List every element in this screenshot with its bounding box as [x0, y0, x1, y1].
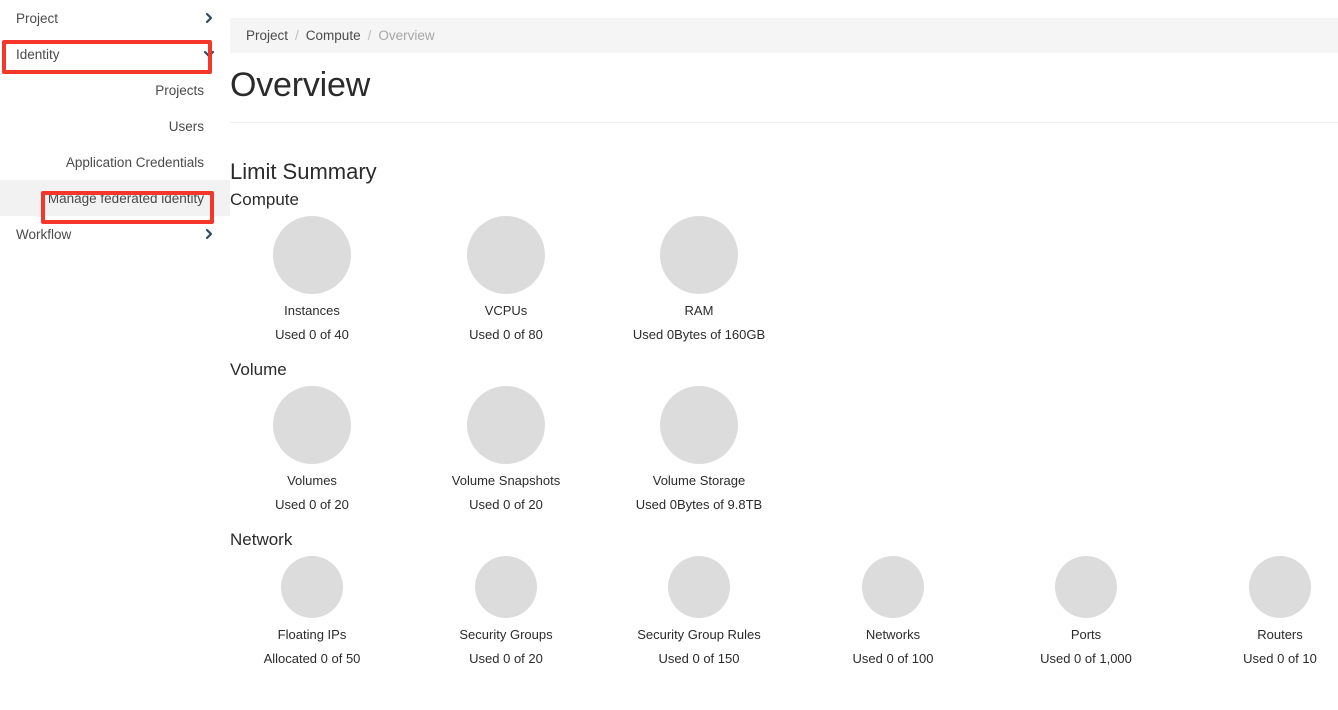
quota-item: Networks Used 0 of 100: [803, 556, 983, 666]
quota-item-label: Networks: [803, 627, 983, 642]
title-divider: [230, 122, 1338, 123]
sidebar-item-label: Workflow: [16, 227, 202, 242]
quota-item-label: Security Group Rules: [609, 627, 789, 642]
quota-item-usage: Used 0 of 20: [416, 651, 596, 666]
sidebar-item-application-credentials[interactable]: Application Credentials: [0, 144, 230, 180]
chevron-right-icon: [202, 11, 216, 25]
quota-donut-chart: [467, 386, 545, 464]
breadcrumb-separator: /: [295, 28, 299, 43]
quota-item: Security Group Rules Used 0 of 150: [609, 556, 789, 666]
quota-item-label: Volumes: [230, 473, 402, 488]
quota-item: Routers Used 0 of 10: [1190, 556, 1338, 666]
sidebar-item-label: Application Credentials: [66, 155, 204, 170]
quota-item-usage: Used 0 of 80: [416, 327, 596, 342]
quota-row: Floating IPs Allocated 0 of 50 Security Gr…: [230, 556, 1338, 676]
quota-item: Instances Used 0 of 40: [230, 216, 402, 342]
breadcrumb-item-compute[interactable]: Compute: [306, 28, 361, 43]
sidebar-item-identity[interactable]: Identity: [0, 36, 230, 72]
sidebar-item-workflow[interactable]: Workflow: [0, 216, 230, 252]
quota-donut-chart: [1249, 556, 1311, 618]
quota-item-label: RAM: [609, 303, 789, 318]
sidebar-item-label: Project: [16, 11, 202, 26]
quota-item: Floating IPs Allocated 0 of 50: [230, 556, 402, 666]
quota-item-label: Volume Snapshots: [416, 473, 596, 488]
quota-item-label: Volume Storage: [609, 473, 789, 488]
quota-item-label: Ports: [996, 627, 1176, 642]
quota-item-label: VCPUs: [416, 303, 596, 318]
quota-donut-chart: [660, 386, 738, 464]
sidebar-item-label: Projects: [155, 83, 204, 98]
quota-item-usage: Used 0 of 1,000: [996, 651, 1176, 666]
quota-item: Ports Used 0 of 1,000: [996, 556, 1176, 666]
main-content: Project / Compute / Overview Overview Li…: [230, 0, 1338, 710]
quota-section-network: Network Floating IPs Allocated 0 of 50 Secu…: [230, 530, 1338, 676]
breadcrumb-item-project[interactable]: Project: [246, 28, 288, 43]
section-heading: Compute: [230, 190, 1338, 210]
quota-donut-chart: [273, 216, 351, 294]
sidebar-item-project[interactable]: Project: [0, 0, 230, 36]
quota-section-compute: Compute InstancesUsed 0 of 40VCPUsUsed 0 …: [230, 190, 1338, 336]
quota-donut-chart: [273, 386, 351, 464]
sidebar-item-label: Identity: [16, 47, 202, 62]
limit-summary-heading: Limit Summary: [230, 159, 377, 185]
quota-item: RAM Used 0Bytes of 160GB: [609, 216, 789, 342]
quota-section-volume: Volume VolumesUsed 0 of 20Volume Snapshot…: [230, 360, 1338, 506]
sidebar-item-users[interactable]: Users: [0, 108, 230, 144]
breadcrumb: Project / Compute / Overview: [230, 18, 1338, 53]
quota-item-usage: Used 0 of 20: [230, 497, 402, 512]
quota-item-label: Floating IPs: [230, 627, 402, 642]
sidebar-item-projects[interactable]: Projects: [0, 72, 230, 108]
sidebar-item-label: Users: [169, 119, 204, 134]
quota-item-label: Routers: [1190, 627, 1338, 642]
quota-donut-chart: [660, 216, 738, 294]
quota-item-usage: Allocated 0 of 50: [230, 651, 402, 666]
quota-item: VCPUs Used 0 of 80: [416, 216, 596, 342]
page-title: Overview: [230, 66, 370, 105]
quota-donut-chart: [1055, 556, 1117, 618]
quota-item-usage: Used 0 of 10: [1190, 651, 1338, 666]
quota-item: Volume Storage Used 0Bytes of 9.8TB: [609, 386, 789, 512]
chevron-down-icon: [202, 47, 216, 61]
sidebar-item-manage-federated-identity[interactable]: Manage federated identity: [0, 180, 230, 216]
quota-item-usage: Used 0 of 40: [230, 327, 402, 342]
quota-item: Volume Snapshots Used 0 of 20: [416, 386, 596, 512]
quota-row: InstancesUsed 0 of 40VCPUsUsed 0 of 80RA…: [230, 216, 1338, 336]
quota-item-usage: Used 0 of 100: [803, 651, 983, 666]
sidebar-navigation: Project Identity Projects Users Applicat…: [0, 0, 230, 710]
section-heading: Network: [230, 530, 1338, 550]
quota-item-label: Security Groups: [416, 627, 596, 642]
quota-item-usage: Used 0 of 150: [609, 651, 789, 666]
quota-item-usage: Used 0 of 20: [416, 497, 596, 512]
chevron-right-icon: [202, 227, 216, 241]
quota-item-label: Instances: [230, 303, 402, 318]
quota-item-usage: Used 0Bytes of 9.8TB: [609, 497, 789, 512]
quota-donut-chart: [862, 556, 924, 618]
quota-donut-chart: [668, 556, 730, 618]
quota-row: VolumesUsed 0 of 20Volume SnapshotsUsed …: [230, 386, 1338, 506]
quota-item: Volumes Used 0 of 20: [230, 386, 402, 512]
sidebar-item-label: Manage federated identity: [48, 191, 204, 206]
quota-donut-chart: [475, 556, 537, 618]
breadcrumb-item-overview: Overview: [378, 28, 434, 43]
quota-item-usage: Used 0Bytes of 160GB: [609, 327, 789, 342]
quota-donut-chart: [281, 556, 343, 618]
breadcrumb-separator: /: [368, 28, 372, 43]
section-heading: Volume: [230, 360, 1338, 380]
quota-donut-chart: [467, 216, 545, 294]
quota-item: Security Groups Used 0 of 20: [416, 556, 596, 666]
dashboard-page: Project Identity Projects Users Applicat…: [0, 0, 1338, 710]
